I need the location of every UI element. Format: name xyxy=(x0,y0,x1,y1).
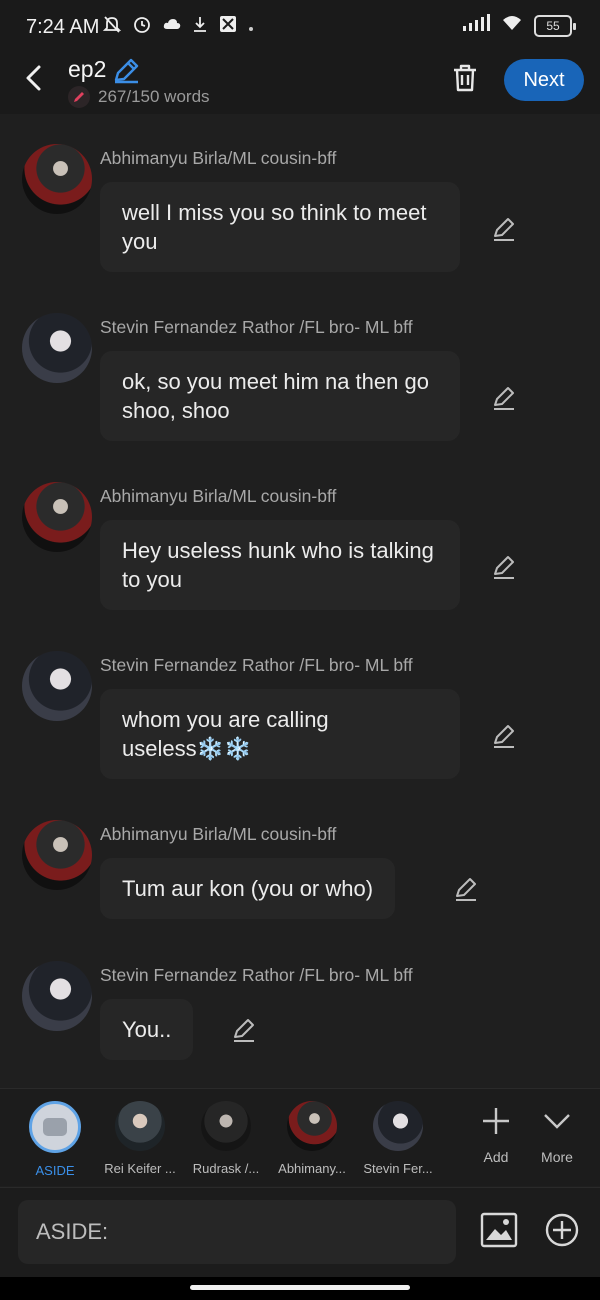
insert-image-button[interactable] xyxy=(480,1212,518,1250)
delete-button[interactable] xyxy=(450,62,482,96)
app-icon xyxy=(218,14,238,39)
avatar[interactable] xyxy=(22,651,92,721)
message-bubble[interactable]: You.. xyxy=(100,999,194,1060)
edit-message-button[interactable] xyxy=(230,1017,258,1045)
word-count-text: 267/150 words xyxy=(98,87,210,106)
edit-message-button[interactable] xyxy=(490,554,518,582)
status-system-icons: 55 xyxy=(462,14,576,37)
red-pen-icon xyxy=(68,86,90,108)
mute-icon xyxy=(102,14,122,39)
status-time: 7:24 AM xyxy=(26,16,100,38)
battery-indicator: 55 xyxy=(534,14,576,37)
more-label: More xyxy=(541,1149,573,1165)
avatar xyxy=(115,1101,165,1151)
character-name: Abhimany... xyxy=(278,1161,346,1176)
avatar xyxy=(373,1101,423,1151)
character-name: Rudrask /... xyxy=(192,1161,260,1176)
alarm-icon xyxy=(132,14,152,39)
pencil-icon xyxy=(494,725,514,748)
message-bubble[interactable]: ok, so you meet him na then go shoo, sho… xyxy=(100,351,460,441)
message-bubble[interactable]: whom you are calling useless❄️❄️ xyxy=(100,689,460,779)
pencil-icon xyxy=(494,218,514,241)
sender-name: Stevin Fernandez Rathor /FL bro- ML bff xyxy=(100,317,413,337)
word-count: 267/150 words xyxy=(68,86,210,108)
edit-message-button[interactable] xyxy=(490,385,518,413)
edit-message-button[interactable] xyxy=(452,876,480,904)
sender-name: Abhimanyu Birla/ML cousin-bff xyxy=(100,824,337,844)
character-name: Rei Keifer ... xyxy=(104,1161,176,1176)
cloud-icon xyxy=(162,16,182,37)
add-label: Add xyxy=(483,1149,509,1165)
avatar[interactable] xyxy=(22,820,92,890)
character-stevin[interactable]: Stevin Fer... xyxy=(355,1101,441,1176)
edit-message-button[interactable] xyxy=(490,723,518,751)
pencil-icon xyxy=(456,878,476,901)
download-icon xyxy=(192,15,208,38)
chevron-down-icon xyxy=(544,1114,570,1129)
pencil-icon xyxy=(494,556,514,579)
avatar[interactable] xyxy=(22,144,92,214)
avatar xyxy=(201,1101,251,1151)
next-button[interactable]: Next xyxy=(504,59,584,101)
editor-header: ep2 267/150 words Next xyxy=(0,56,600,114)
system-nav-bar xyxy=(0,1277,600,1300)
sender-name: Abhimanyu Birla/ML cousin-bff xyxy=(100,486,337,506)
avatar xyxy=(287,1101,337,1151)
status-notification-icons xyxy=(102,14,254,39)
chevron-left-icon xyxy=(26,65,41,91)
more-button[interactable]: More xyxy=(527,1103,587,1165)
signal-icon xyxy=(462,14,490,37)
sender-name: Stevin Fernandez Rathor /FL bro- ML bff xyxy=(100,965,413,985)
character-name: ASIDE xyxy=(35,1163,75,1178)
aside-icon xyxy=(29,1101,81,1153)
avatar[interactable] xyxy=(22,482,92,552)
message-bubble[interactable]: well I miss you so think to meet you xyxy=(100,182,460,272)
status-bar: 7:24 AM 55 xyxy=(0,0,600,56)
home-indicator[interactable] xyxy=(190,1285,410,1290)
add-content-button[interactable] xyxy=(544,1212,582,1250)
character-selector: ASIDE Rei Keifer ... Rudrask /... Abhima… xyxy=(0,1088,600,1186)
pencil-icon xyxy=(114,58,139,84)
character-rudrask[interactable]: Rudrask /... xyxy=(183,1101,269,1176)
pencil-icon xyxy=(494,387,514,410)
edit-title-button[interactable] xyxy=(112,58,140,84)
pencil-icon xyxy=(234,1019,254,1042)
character-aside[interactable]: ASIDE xyxy=(12,1101,98,1178)
plus-circle-icon xyxy=(545,1213,579,1247)
add-character-button[interactable]: Add xyxy=(466,1103,526,1165)
avatar[interactable] xyxy=(22,313,92,383)
character-abhimanyu[interactable]: Abhimany... xyxy=(269,1101,355,1176)
sender-name: Stevin Fernandez Rathor /FL bro- ML bff xyxy=(100,655,413,675)
character-rei[interactable]: Rei Keifer ... xyxy=(97,1101,183,1176)
edit-message-button[interactable] xyxy=(490,216,518,244)
dot-icon xyxy=(248,17,254,37)
plus-icon xyxy=(483,1108,509,1134)
episode-title[interactable]: ep2 xyxy=(68,56,106,83)
message-input[interactable] xyxy=(18,1200,456,1264)
sender-name: Abhimanyu Birla/ML cousin-bff xyxy=(100,148,337,168)
trash-icon xyxy=(454,64,476,92)
image-icon xyxy=(480,1212,518,1248)
message-bubble[interactable]: Hey useless hunk who is talking to you xyxy=(100,520,460,610)
message-bubble[interactable]: Tum aur kon (you or who) xyxy=(100,858,396,919)
character-name: Stevin Fer... xyxy=(363,1161,433,1176)
back-button[interactable] xyxy=(18,60,50,96)
composer xyxy=(0,1187,600,1277)
avatar[interactable] xyxy=(22,961,92,1031)
wifi-icon xyxy=(500,14,524,37)
